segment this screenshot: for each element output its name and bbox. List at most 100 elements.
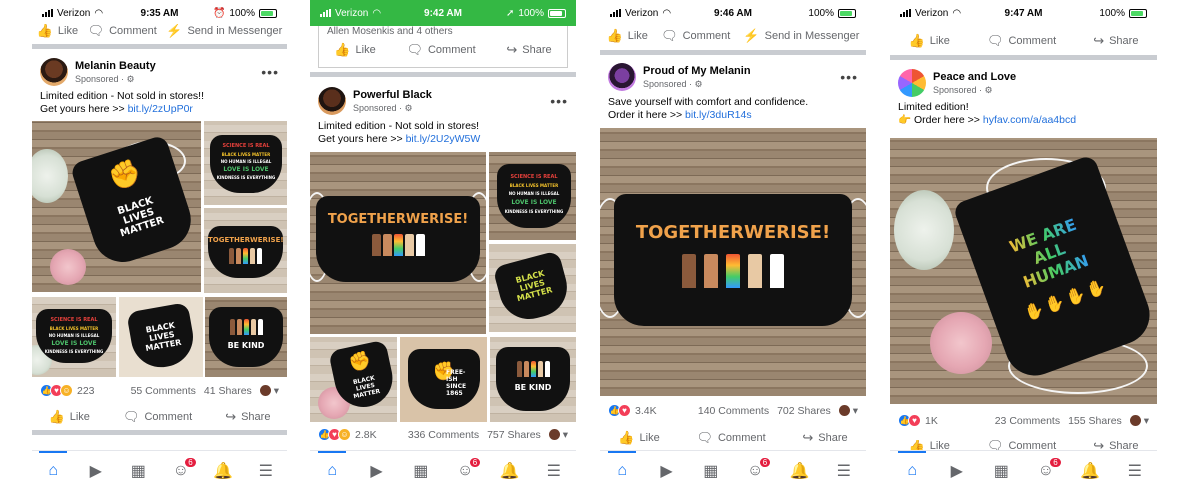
tab-watch[interactable]: ▶ xyxy=(362,457,390,485)
sponsored-label: Sponsored · ⚙ xyxy=(933,84,993,95)
share-count[interactable]: 757 Shares xyxy=(487,429,541,441)
comment-count[interactable]: 55 Comments xyxy=(131,385,196,397)
comment-button[interactable]: 🗨 Comment xyxy=(88,24,157,38)
product-photo[interactable]: SCIENCE IS REAL BLACK LIVES MATTER NO HU… xyxy=(204,121,287,205)
post-link[interactable]: bit.ly/2U2yW5W xyxy=(406,133,481,145)
post-link[interactable]: hyfav.com/a/aa4bcd xyxy=(983,114,1076,126)
comment-button[interactable]: 🗨 Comment xyxy=(696,430,765,446)
previous-post-actions: 👍 Like 🗨 Comment ⚡ Send in Messenger xyxy=(32,24,287,38)
page-name[interactable]: Powerful Black xyxy=(353,89,550,101)
send-messenger-button[interactable]: ⚡ Send in Messenger xyxy=(166,24,282,38)
comment-button[interactable]: 🗨 Comment xyxy=(123,409,192,425)
tab-marketplace[interactable]: ▦ xyxy=(987,457,1015,485)
tab-watch[interactable]: ▶ xyxy=(943,457,971,485)
tab-home[interactable]: ⌂ xyxy=(898,450,927,485)
viewer-avatar-selector[interactable]: ▾ xyxy=(548,429,568,441)
post-link[interactable]: bit.ly/3duR14s xyxy=(685,109,752,121)
comment-count[interactable]: 140 Comments xyxy=(698,405,769,417)
previous-post-reactions[interactable]: Allen Mosenkis and 4 others xyxy=(327,26,453,37)
page-name[interactable]: Melanin Beauty xyxy=(75,60,261,72)
share-icon: ↪ xyxy=(506,42,518,57)
comment-count[interactable]: 23 Comments xyxy=(995,415,1060,427)
like-button[interactable]: 👍 Like xyxy=(334,42,375,58)
post-link[interactable]: bit.ly/2zUpP0r xyxy=(128,103,193,115)
product-photo[interactable]: SCIENCE IS REAL BLACK LIVES MATTER NO HU… xyxy=(489,152,576,240)
send-messenger-button[interactable]: ⚡ Send in Messenger xyxy=(743,28,859,44)
tab-watch[interactable]: ▶ xyxy=(82,457,110,485)
product-photo-main[interactable]: TOGETHERWERISE! xyxy=(310,152,486,334)
share-button[interactable]: ↪ Share xyxy=(802,430,847,446)
reactions-summary[interactable]: 👍 ♥ ☺ 223 55 Comments 41 Shares ▾ xyxy=(40,384,279,397)
tab-groups[interactable]: ☺ 6 xyxy=(741,456,772,485)
tab-marketplace[interactable]: ▦ xyxy=(697,457,725,485)
product-photo[interactable]: ✊ FREE-ISH SINCE 1865 xyxy=(400,337,487,422)
product-photo-main[interactable]: TOGETHERWERISE! xyxy=(600,128,866,396)
more-options-button[interactable]: ••• xyxy=(840,69,858,85)
tab-home[interactable]: ⌂ xyxy=(608,450,637,485)
signal-icon xyxy=(900,9,911,17)
comment-button[interactable]: 🗨 Comment xyxy=(987,33,1056,49)
more-options-button[interactable]: ••• xyxy=(550,93,568,109)
share-button[interactable]: ↪ Share xyxy=(1093,33,1138,49)
page-avatar[interactable] xyxy=(318,87,346,115)
product-photo[interactable]: SCIENCE IS REAL BLACK LIVES MATTER NO HU… xyxy=(32,297,116,377)
page-name[interactable]: Proud of My Melanin xyxy=(643,65,840,77)
comment-count[interactable]: 336 Comments xyxy=(408,429,479,441)
tab-groups[interactable]: ☺ 6 xyxy=(451,456,482,485)
tab-watch[interactable]: ▶ xyxy=(652,457,680,485)
reactions-summary[interactable]: 👍 ♥ 1K 23 Comments 155 Shares ▾ xyxy=(898,414,1149,427)
share-button[interactable]: ↪ Share xyxy=(506,42,551,58)
status-bar: Verizon ◠ 9:47 AM 100% xyxy=(890,0,1157,26)
tab-notifications[interactable]: 🔔 xyxy=(785,457,813,485)
like-button[interactable]: 👍 Like xyxy=(37,24,78,38)
product-photo[interactable]: BE KIND xyxy=(205,297,287,377)
tab-home[interactable]: ⌂ xyxy=(39,450,68,485)
store-icon: ▦ xyxy=(413,462,429,480)
tab-marketplace[interactable]: ▦ xyxy=(124,457,152,485)
viewer-avatar-selector[interactable]: ▾ xyxy=(1129,415,1149,427)
tab-notifications[interactable]: 🔔 xyxy=(495,457,523,485)
product-photo-main[interactable]: ✊ BLACK LIVES MATTER xyxy=(32,121,201,292)
product-photo[interactable]: BLACK LIVES MATTER xyxy=(489,244,576,332)
product-photo[interactable]: BE KIND xyxy=(490,337,576,422)
tab-menu[interactable]: ☰ xyxy=(252,457,280,485)
bell-icon: 🔔 xyxy=(499,462,520,480)
tab-notifications[interactable]: 🔔 xyxy=(1076,457,1104,485)
carrier-label: Verizon xyxy=(915,7,949,19)
page-avatar[interactable] xyxy=(40,58,68,86)
product-photo[interactable]: TOGETHERWERISE! xyxy=(204,208,287,293)
tab-groups[interactable]: ☺ 6 xyxy=(1032,456,1062,485)
like-button[interactable]: 👍 Like xyxy=(618,430,659,446)
tab-groups[interactable]: ☺ 6 xyxy=(167,456,197,485)
reactions-summary[interactable]: 👍 ♥ ☺ 2.8K 336 Comments 757 Shares ▾ xyxy=(318,428,568,441)
viewer-avatar-selector[interactable]: ▾ xyxy=(259,385,279,397)
share-count[interactable]: 41 Shares xyxy=(204,385,252,397)
tab-menu[interactable]: ☰ xyxy=(1121,457,1149,485)
product-photo[interactable]: BLACK LIVES MATTER xyxy=(119,297,203,377)
tab-home[interactable]: ⌂ xyxy=(318,450,347,485)
viewer-avatar-selector[interactable]: ▾ xyxy=(838,405,858,417)
share-button[interactable]: ↪ Share xyxy=(225,409,270,425)
share-count[interactable]: 155 Shares xyxy=(1068,415,1122,427)
post-header: Melanin Beauty Sponsored · ⚙ ••• xyxy=(40,58,279,86)
product-photo[interactable]: ✊ BLACK LIVES MATTER xyxy=(310,337,397,422)
share-count[interactable]: 702 Shares xyxy=(777,405,831,417)
like-button[interactable]: 👍 Like xyxy=(49,409,90,425)
page-avatar[interactable] xyxy=(898,69,926,97)
tab-notifications[interactable]: 🔔 xyxy=(209,457,237,485)
more-options-button[interactable]: ••• xyxy=(261,64,279,80)
like-button[interactable]: 👍 Like xyxy=(607,28,648,44)
post-header: Powerful Black Sponsored · ⚙ ••• xyxy=(318,87,568,115)
comment-button[interactable]: 🗨 Comment xyxy=(661,28,730,44)
reactions-summary[interactable]: 👍 ♥ 3.4K 140 Comments 702 Shares ▾ xyxy=(608,404,858,417)
previous-post-card: Allen Mosenkis and 4 others 👍 Like 🗨 Comme… xyxy=(318,26,568,68)
comment-button[interactable]: 🗨 Comment xyxy=(406,42,475,58)
tab-menu[interactable]: ☰ xyxy=(540,457,568,485)
page-avatar[interactable] xyxy=(608,63,636,91)
tab-marketplace[interactable]: ▦ xyxy=(407,457,435,485)
tab-menu[interactable]: ☰ xyxy=(830,457,858,485)
like-button[interactable]: 👍 Like xyxy=(909,33,950,49)
share-icon: ↪ xyxy=(1093,33,1105,48)
product-photo-main[interactable]: WE ARE ALL HUMAN ✋✋✋✋ xyxy=(890,138,1157,404)
page-name[interactable]: Peace and Love xyxy=(933,71,1149,83)
